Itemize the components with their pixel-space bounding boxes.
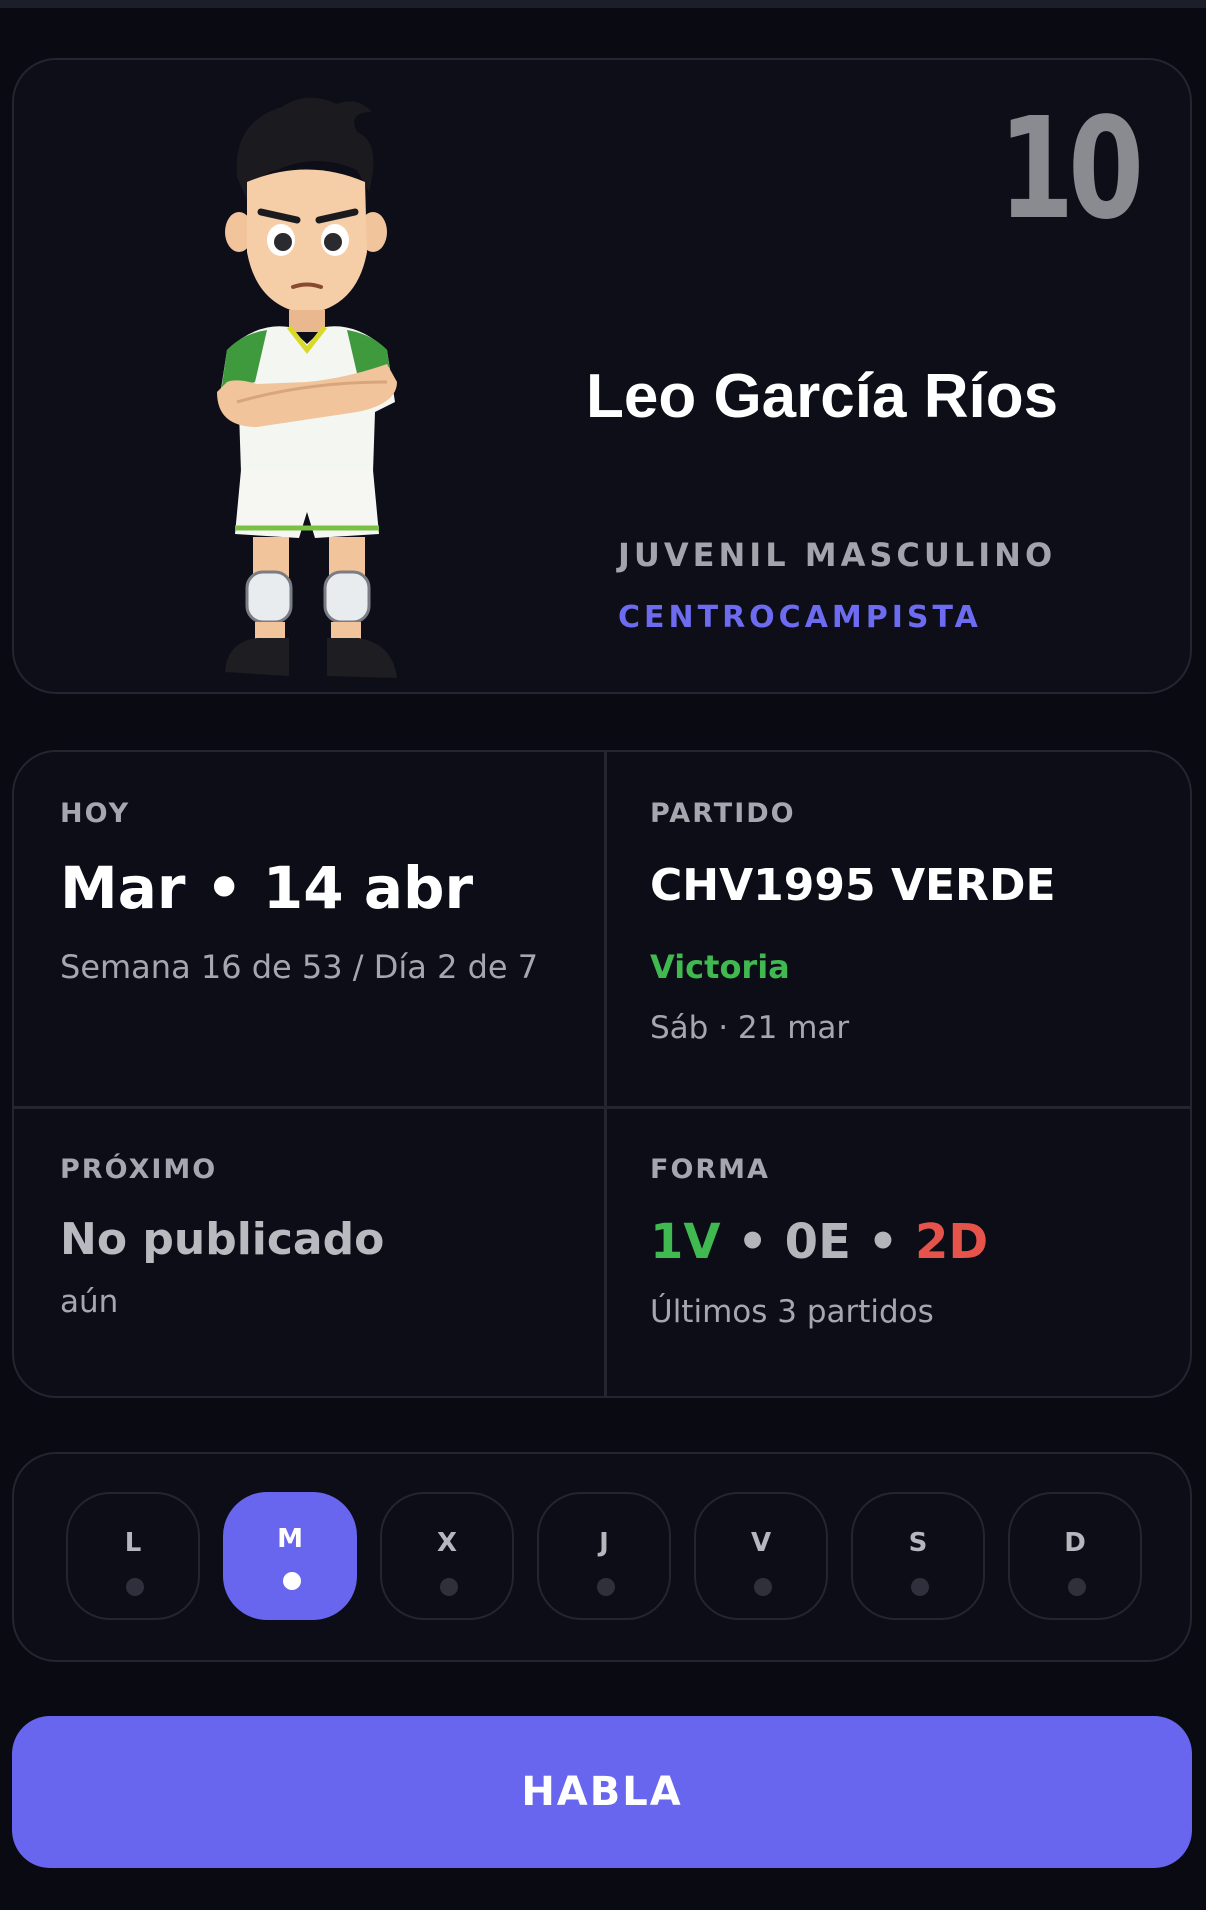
form-draws: 0E	[784, 1214, 851, 1270]
match-cell[interactable]: PARTIDO CHV1995 VERDE Victoria Sáb · 21 …	[650, 798, 1190, 1088]
day-dot-icon	[1068, 1578, 1086, 1596]
match-label: PARTIDO	[650, 798, 796, 829]
day-pill-v[interactable]: V	[694, 1492, 828, 1620]
day-pill-m[interactable]: M	[223, 1492, 357, 1620]
today-cell: HOY Mar • 14 abr Semana 16 de 53 / Día 2…	[60, 798, 630, 1088]
top-divider	[0, 0, 1206, 8]
day-dot-icon	[911, 1578, 929, 1596]
day-letter: S	[908, 1528, 928, 1558]
day-letter: V	[750, 1528, 772, 1558]
jersey-number: 10	[998, 88, 1145, 251]
day-letter: J	[599, 1528, 609, 1558]
day-dot-icon	[754, 1578, 772, 1596]
cartoon-footballer-avatar-icon	[217, 97, 397, 678]
day-letter: L	[124, 1528, 142, 1558]
next-label: PRÓXIMO	[60, 1154, 218, 1185]
player-position: CENTROCAMPISTA	[618, 600, 982, 635]
form-cell: FORMA 1V • 0E • 2D Últimos 3 partidos	[650, 1154, 1190, 1384]
match-result: Victoria	[650, 948, 790, 986]
grid-divider-horizontal	[14, 1106, 1190, 1109]
day-pill-d[interactable]: D	[1008, 1492, 1142, 1620]
form-separator: •	[737, 1214, 768, 1270]
habla-button[interactable]: HABLA	[12, 1716, 1192, 1868]
day-dot-icon	[126, 1578, 144, 1596]
form-losses: 2D	[914, 1214, 989, 1270]
player-category: JUVENIL MASCULINO	[618, 536, 1057, 574]
day-pill-j[interactable]: J	[537, 1492, 671, 1620]
day-dot-icon	[283, 1572, 301, 1590]
day-letter: D	[1064, 1528, 1086, 1558]
player-card: 10 Leo García Ríos JUVENIL MASCULINO CEN…	[12, 58, 1192, 694]
form-wins: 1V	[650, 1214, 721, 1270]
form-record: 1V • 0E • 2D	[650, 1214, 988, 1270]
next-cell: PRÓXIMO No publicado aún	[60, 1154, 630, 1384]
form-sub: Últimos 3 partidos	[650, 1294, 934, 1330]
day-pill-l[interactable]: L	[66, 1492, 200, 1620]
today-label: HOY	[60, 798, 131, 829]
form-separator: •	[867, 1214, 899, 1270]
match-date: Sáb · 21 mar	[650, 1010, 850, 1046]
today-date: Mar • 14 abr	[60, 854, 474, 922]
day-dot-icon	[440, 1578, 458, 1596]
next-sub: aún	[60, 1284, 119, 1320]
next-status: No publicado	[60, 1214, 385, 1265]
day-dot-icon	[597, 1578, 615, 1596]
player-name: Leo García Ríos	[586, 362, 1059, 431]
week-info: Semana 16 de 53 / Día 2 de 7	[60, 948, 539, 986]
week-day-selector: L M X J V S D	[12, 1452, 1192, 1662]
day-pill-x[interactable]: X	[380, 1492, 514, 1620]
day-pill-s[interactable]: S	[851, 1492, 985, 1620]
form-label: FORMA	[650, 1154, 770, 1185]
day-letter: M	[277, 1524, 303, 1554]
day-letter: X	[436, 1528, 458, 1558]
match-team: CHV1995 VERDE	[650, 860, 1056, 911]
info-grid: HOY Mar • 14 abr Semana 16 de 53 / Día 2…	[12, 750, 1192, 1398]
